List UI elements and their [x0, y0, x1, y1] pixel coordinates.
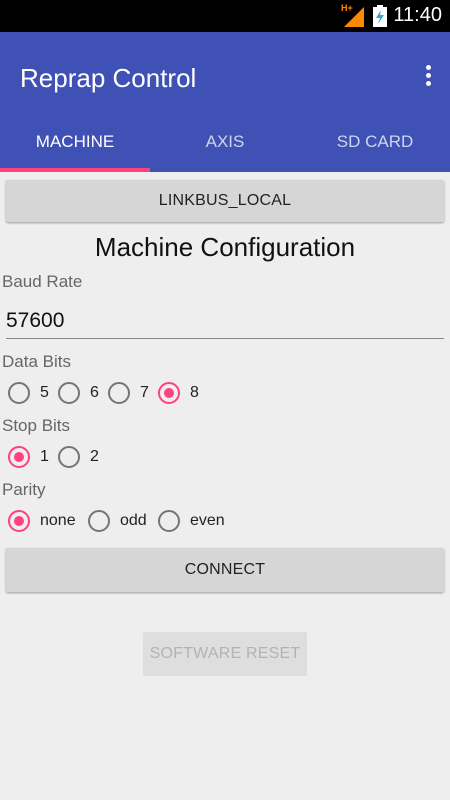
radio-checked-icon	[8, 510, 30, 532]
radio-label: 7	[140, 384, 149, 401]
baud-rate-field[interactable]: 57600	[6, 306, 444, 339]
baud-rate-value: 57600	[6, 309, 65, 332]
signal-icon	[344, 7, 364, 27]
tab-sd-card[interactable]: SD CARD	[300, 122, 450, 172]
clock: 11:40	[393, 4, 442, 26]
app-bar: Reprap Control	[0, 32, 450, 122]
radio-unchecked-icon	[158, 510, 180, 532]
baud-rate-label: Baud Rate	[2, 272, 83, 291]
tab-bar: MACHINE AXIS SD CARD	[0, 122, 450, 172]
radio-label: even	[190, 512, 225, 529]
status-bar: H+ 11:40	[0, 0, 450, 32]
radio-label: 2	[90, 448, 99, 465]
radio-label: 5	[40, 384, 49, 401]
radio-unchecked-icon	[88, 510, 110, 532]
tab-label: AXIS	[205, 132, 245, 151]
radio-unchecked-icon	[108, 382, 130, 404]
radio-unchecked-icon	[8, 382, 30, 404]
page-title: Machine Configuration	[94, 232, 356, 262]
tab-label: SD CARD	[336, 132, 414, 151]
connect-button[interactable]: CONNECT	[6, 548, 444, 592]
radio-unchecked-icon	[58, 382, 80, 404]
tab-axis[interactable]: AXIS	[150, 122, 300, 172]
battery-charging-icon	[373, 5, 387, 27]
radio-label: odd	[120, 512, 147, 529]
app-title: Reprap Control	[20, 63, 197, 93]
radio-label: 6	[90, 384, 99, 401]
tab-machine[interactable]: MACHINE	[0, 122, 150, 172]
software-reset-button[interactable]: SOFTWARE RESET	[143, 632, 307, 676]
radio-label: none	[40, 512, 76, 529]
tab-label: MACHINE	[35, 132, 115, 151]
radio-unchecked-icon	[58, 446, 80, 468]
radio-checked-icon	[158, 382, 180, 404]
radio-label: 1	[40, 448, 49, 465]
parity-label: Parity	[2, 480, 46, 499]
tab-indicator	[0, 168, 150, 172]
radio-label: 8	[190, 384, 199, 401]
stop-bits-label: Stop Bits	[2, 416, 71, 435]
radio-checked-icon	[8, 446, 30, 468]
data-bits-label: Data Bits	[2, 352, 71, 371]
overflow-menu-icon[interactable]	[418, 62, 438, 92]
device-select-button[interactable]: LINKBUS_LOCAL	[6, 180, 444, 222]
